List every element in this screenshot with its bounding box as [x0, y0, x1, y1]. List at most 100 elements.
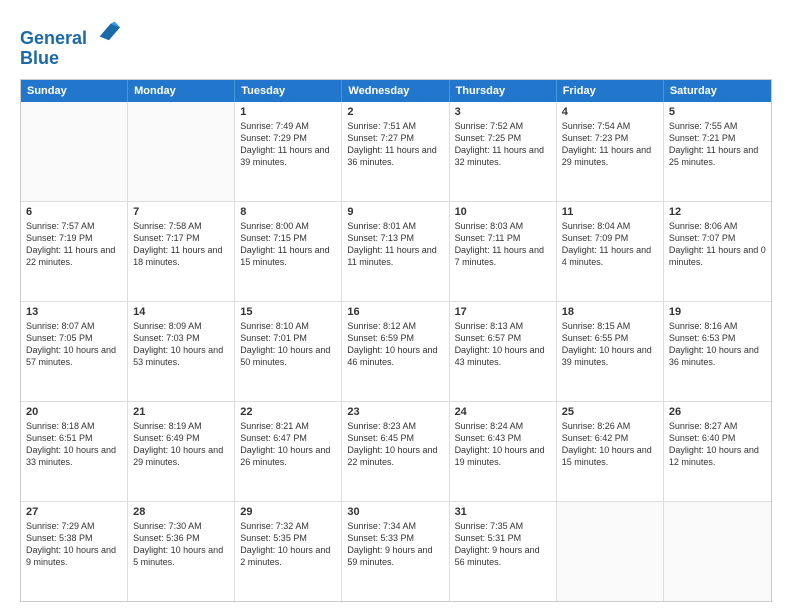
sunrise-time: Sunrise: 8:00 AM [240, 220, 336, 232]
sunset-time: Sunset: 7:23 PM [562, 132, 658, 144]
sunrise-time: Sunrise: 8:01 AM [347, 220, 443, 232]
cal-day-24: 24Sunrise: 8:24 AMSunset: 6:43 PMDayligh… [450, 402, 557, 501]
day-number: 19 [669, 306, 766, 318]
calendar-row-4: 20Sunrise: 8:18 AMSunset: 6:51 PMDayligh… [21, 402, 771, 502]
cal-day-30: 30Sunrise: 7:34 AMSunset: 5:33 PMDayligh… [342, 502, 449, 601]
cal-day-20: 20 Sunrise: 8:18 AMSunset: 6:51 PMDayligh… [21, 402, 128, 501]
cal-empty-cell [128, 102, 235, 201]
sunset-time: Sunset: 6:57 PM [455, 332, 551, 344]
sunset-time: Sunset: 5:36 PM [133, 532, 229, 544]
day-number: 11 [562, 206, 658, 218]
sunrise-time: Sunrise: 8:21 AM [240, 420, 336, 432]
sunset-time: Sunset: 6:47 PM [240, 432, 336, 444]
daylight-hours: Daylight: 11 hours and 32 minutes. [455, 144, 551, 168]
cal-empty-cell [557, 502, 664, 601]
cal-day-31: 31Sunrise: 7:35 AMSunset: 5:31 PMDayligh… [450, 502, 557, 601]
day-number: 1 [240, 106, 336, 118]
sunrise-time: Sunrise: 8:27 AM [669, 420, 766, 432]
day-number: 20 [26, 406, 122, 418]
weekday-header-friday: Friday [557, 80, 664, 102]
cal-day-21: 21Sunrise: 8:19 AMSunset: 6:49 PMDayligh… [128, 402, 235, 501]
sunrise-time: Sunrise: 8:09 AM [133, 320, 229, 332]
weekday-header-wednesday: Wednesday [342, 80, 449, 102]
day-number: 29 [240, 506, 336, 518]
sunset-time: Sunset: 7:01 PM [240, 332, 336, 344]
sunrise-time: Sunrise: 7:52 AM [455, 120, 551, 132]
calendar-row-5: 27Sunrise: 7:29 AMSunset: 5:38 PMDayligh… [21, 502, 771, 601]
sunrise-time: Sunrise: 8:19 AM [133, 420, 229, 432]
daylight-hours: Daylight: 11 hours and 15 minutes. [240, 244, 336, 268]
daylight-hours: Daylight: 10 hours and 15 minutes. [562, 444, 658, 468]
cal-day-2: 2Sunrise: 7:51 AMSunset: 7:27 PMDaylight… [342, 102, 449, 201]
sunset-time: Sunset: 7:03 PM [133, 332, 229, 344]
sunrise-time: Sunrise: 8:26 AM [562, 420, 658, 432]
cal-day-16: 16Sunrise: 8:12 AMSunset: 6:59 PMDayligh… [342, 302, 449, 401]
cal-day-14: 14 Sunrise: 8:09 AMSunset: 7:03 PMDayligh… [128, 302, 235, 401]
daylight-hours: Daylight: 10 hours and 50 minutes. [240, 344, 336, 368]
calendar: SundayMondayTuesdayWednesdayThursdayFrid… [20, 79, 772, 602]
daylight-hours: Daylight: 10 hours and 9 minutes. [26, 544, 122, 568]
cal-day-7: 7Sunrise: 7:58 AMSunset: 7:17 PMDaylight… [128, 202, 235, 301]
day-number: 16 [347, 306, 443, 318]
sunset-time: Sunset: 7:07 PM [669, 232, 766, 244]
sunrise-time: Sunrise: 8:16 AM [669, 320, 766, 332]
cal-day-26: 26Sunrise: 8:27 AMSunset: 6:40 PMDayligh… [664, 402, 771, 501]
sunrise-time: Sunrise: 8:13 AM [455, 320, 551, 332]
daylight-hours: Daylight: 11 hours and 39 minutes. [240, 144, 336, 168]
sunrise-time: Sunrise: 7:58 AM [133, 220, 229, 232]
sunset-time: Sunset: 6:49 PM [133, 432, 229, 444]
cal-day-5: 5Sunrise: 7:55 AMSunset: 7:21 PMDaylight… [664, 102, 771, 201]
sunset-time: Sunset: 5:35 PM [240, 532, 336, 544]
sunrise-time: Sunrise: 8:03 AM [455, 220, 551, 232]
daylight-hours: Daylight: 10 hours and 43 minutes. [455, 344, 551, 368]
daylight-hours: Daylight: 11 hours and 25 minutes. [669, 144, 766, 168]
daylight-hours: Daylight: 11 hours and 36 minutes. [347, 144, 443, 168]
daylight-hours: Daylight: 10 hours and 19 minutes. [455, 444, 551, 468]
sunrise-time: Sunrise: 8:15 AM [562, 320, 658, 332]
daylight-hours: Daylight: 10 hours and 33 minutes. [26, 444, 122, 468]
daylight-hours: Daylight: 9 hours and 56 minutes. [455, 544, 551, 568]
cal-day-27: 27Sunrise: 7:29 AMSunset: 5:38 PMDayligh… [21, 502, 128, 601]
cal-day-23: 23Sunrise: 8:23 AMSunset: 6:45 PMDayligh… [342, 402, 449, 501]
cal-day-18: 18Sunrise: 8:15 AMSunset: 6:55 PMDayligh… [557, 302, 664, 401]
sunset-time: Sunset: 7:19 PM [26, 232, 122, 244]
logo-bird-icon [94, 16, 122, 44]
weekday-header-saturday: Saturday [664, 80, 771, 102]
cal-day-6: 6Sunrise: 7:57 AMSunset: 7:19 PMDaylight… [21, 202, 128, 301]
day-number: 18 [562, 306, 658, 318]
day-number: 14 [133, 306, 229, 318]
daylight-hours: Daylight: 11 hours and 29 minutes. [562, 144, 658, 168]
sunrise-time: Sunrise: 7:51 AM [347, 120, 443, 132]
sunrise-time: Sunrise: 7:29 AM [26, 520, 122, 532]
day-number: 9 [347, 206, 443, 218]
sunset-time: Sunset: 6:43 PM [455, 432, 551, 444]
logo-blue: Blue [20, 49, 122, 69]
sunset-time: Sunset: 5:38 PM [26, 532, 122, 544]
daylight-hours: Daylight: 11 hours and 18 minutes. [133, 244, 229, 268]
sunrise-time: Sunrise: 8:18 AM [26, 420, 122, 432]
daylight-hours: Daylight: 10 hours and 46 minutes. [347, 344, 443, 368]
sunset-time: Sunset: 6:51 PM [26, 432, 122, 444]
sunrise-time: Sunrise: 8:07 AM [26, 320, 122, 332]
cal-day-22: 22 Sunrise: 8:21 AMSunset: 6:47 PMDayligh… [235, 402, 342, 501]
cal-day-29: 29 Sunrise: 7:32 AMSunset: 5:35 PMDayligh… [235, 502, 342, 601]
daylight-hours: Daylight: 10 hours and 36 minutes. [669, 344, 766, 368]
daylight-hours: Daylight: 10 hours and 2 minutes. [240, 544, 336, 568]
cal-day-19: 19Sunrise: 8:16 AMSunset: 6:53 PMDayligh… [664, 302, 771, 401]
sunrise-time: Sunrise: 8:04 AM [562, 220, 658, 232]
sunrise-time: Sunrise: 7:30 AM [133, 520, 229, 532]
daylight-hours: Daylight: 11 hours and 4 minutes. [562, 244, 658, 268]
day-number: 22 [240, 406, 336, 418]
weekday-header-tuesday: Tuesday [235, 80, 342, 102]
cal-day-17: 17Sunrise: 8:13 AMSunset: 6:57 PMDayligh… [450, 302, 557, 401]
sunset-time: Sunset: 7:29 PM [240, 132, 336, 144]
daylight-hours: Daylight: 10 hours and 53 minutes. [133, 344, 229, 368]
calendar-row-2: 6Sunrise: 7:57 AMSunset: 7:19 PMDaylight… [21, 202, 771, 302]
sunset-time: Sunset: 5:33 PM [347, 532, 443, 544]
daylight-hours: Daylight: 10 hours and 26 minutes. [240, 444, 336, 468]
calendar-row-3: 13Sunrise: 8:07 AMSunset: 7:05 PMDayligh… [21, 302, 771, 402]
day-number: 31 [455, 506, 551, 518]
sunrise-time: Sunrise: 8:10 AM [240, 320, 336, 332]
day-number: 13 [26, 306, 122, 318]
sunrise-time: Sunrise: 7:32 AM [240, 520, 336, 532]
